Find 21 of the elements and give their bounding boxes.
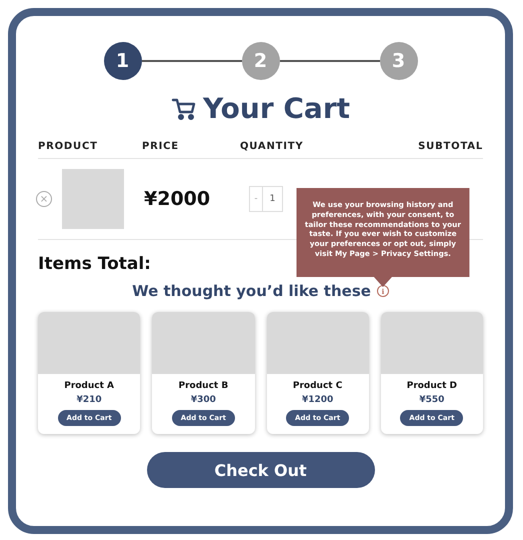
product-name: Product B [178, 381, 228, 391]
item-price: ¥2000 [144, 188, 212, 210]
cart-title: Your Cart [202, 92, 350, 125]
checkout-button[interactable]: Check Out [146, 452, 374, 488]
product-name: Product C [292, 381, 342, 391]
product-name: Product D [406, 381, 458, 391]
step-indicator: 3 [380, 42, 418, 80]
column-header: PRICE [142, 141, 180, 152]
product-image-placeholder [62, 169, 124, 229]
step-indicator: 2 [242, 42, 280, 80]
step-indicator: 1 [104, 42, 142, 80]
column-header: PRODUCT [38, 141, 99, 152]
column-header: SUBTOTAL [418, 141, 483, 152]
product-price: ¥550 [419, 395, 444, 405]
product-name: Product A [64, 381, 114, 391]
product-price: ¥300 [190, 395, 216, 405]
product-price: ¥210 [76, 395, 102, 405]
column-header: QUANTITY [240, 141, 304, 152]
items-total-label: Items Total: [38, 254, 151, 274]
quantity-field[interactable]: 1 [263, 186, 283, 212]
product-price: ¥1200 [302, 395, 334, 405]
